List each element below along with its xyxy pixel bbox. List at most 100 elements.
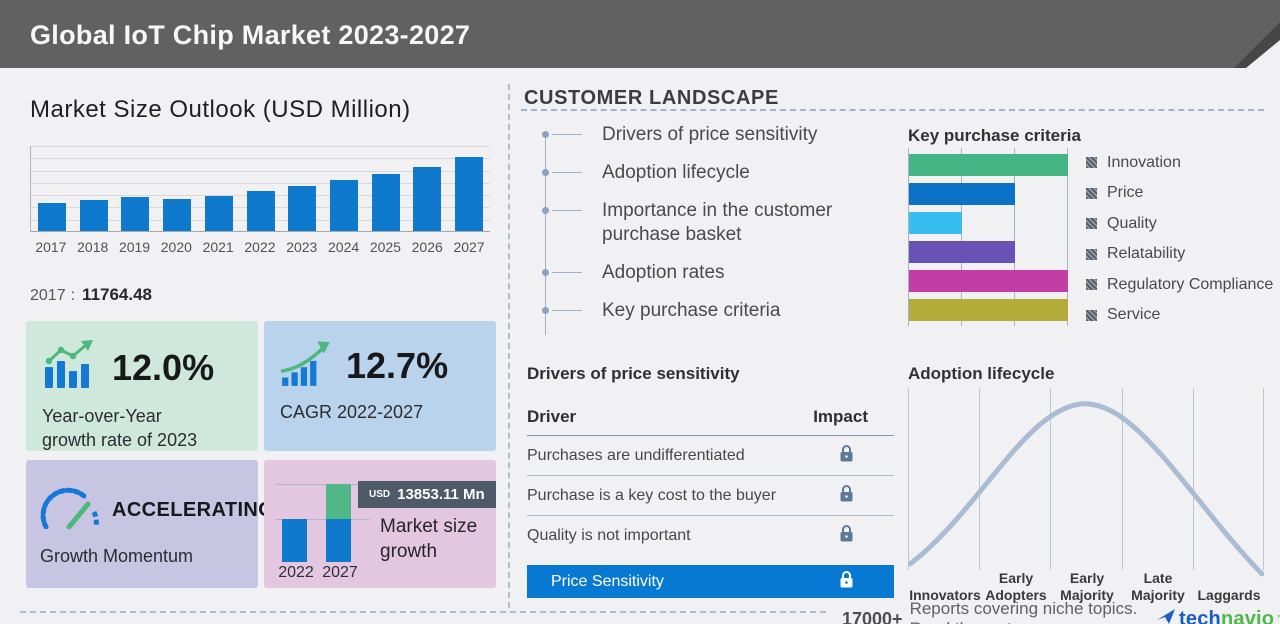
kpc-legend: Innovation Price Quality Relatability Re… [1086,152,1273,336]
footer-message: Reports covering niche topics. Read them… [909,599,1138,624]
bell-curve [908,401,1264,577]
momentum-label: Growth Momentum [40,546,194,566]
year-label: 2022 [244,239,276,255]
market-size-chart-labels: 2017 2018 2019 2020 2021 2022 2023 2024 2025 2026… [30,239,490,255]
growth-momentum-card: ACCELERATING Growth Momentum [26,460,274,588]
legend-label: Quality [1107,214,1157,232]
lifecycle-stage-labels: Innovators Early Adopters Early Majority… [908,564,1264,604]
legend-label: Price [1107,184,1144,202]
market-size-bar [455,157,484,231]
legend-swatch-icon [1086,157,1097,168]
lifecycle-chart: Innovators Early Adopters Early Majority… [908,388,1264,603]
brand-navio: navio [1220,607,1275,624]
market-size-bar [288,185,317,231]
lifecycle-title: Adoption lifecycle [908,364,1055,383]
list-item: Adoption rates [542,261,895,285]
kpc-chart [908,148,1068,326]
market-size-bar [330,180,358,231]
market-size-bar [371,174,400,231]
legend-swatch-icon [1086,279,1097,291]
adoption-lifecycle: Adoption lifecycle Innovators Early Adop… [908,364,1264,603]
list-item: Drivers of price sensitivity [542,123,895,147]
market-size-growth-card: 2022 2027 USD 13853.11 Mn Market size gr… [264,460,496,588]
drivers-title: Drivers of price sensitivity [527,364,740,383]
momentum-value: ACCELERATING [112,499,275,521]
title-bar: Global IoT Chip Market 2023-2027 [0,0,1280,68]
list-item: Importance in the customer purchase bask… [542,199,845,247]
report-count: 17000+ [842,608,903,624]
kpc-bar [909,183,1015,205]
market-size-bar [121,197,150,231]
footer: 17000+ Reports covering niche topics. Re… [842,599,1280,624]
legend-label: Regulatory Compliance [1107,275,1274,293]
driver-label: Purchase is a key cost to the buyer [527,486,777,504]
kpc-bar [909,299,1068,321]
growth-curve-icon [279,340,333,391]
kpc-bar [909,270,1068,292]
market-size-bar [246,190,275,231]
cagr-label: CAGR 2022-2027 [280,402,424,422]
legend-item: Price [1086,183,1273,204]
market-size-bar [163,199,192,231]
yoy-growth-card: 12.0% Year-over-Year growth rate of 2023 [26,321,258,451]
lock-icon [839,570,854,594]
legend-item: Regulatory Compliance [1086,274,1273,295]
technavio-arrow-icon [1156,608,1176,624]
column-separator [508,84,510,608]
legend-label: Service [1107,306,1161,324]
market-size-bar [413,166,442,231]
table-row: Purchases are undifferentiated [527,436,894,476]
customer-landscape-title: CUSTOMER LANDSCAPE [524,87,779,109]
highlight-label: Price Sensitivity [551,572,664,590]
growth-bar-2027 [326,484,351,562]
year-label: 2024 [328,239,360,255]
growth-bar-2022 [282,519,307,562]
callout-year: 2017 [30,287,66,304]
lock-icon [839,484,854,508]
usd-value-badge: USD 13853.11 Mn [358,481,496,508]
legend-swatch-icon [1086,187,1097,199]
market-outlook-title: Market Size Outlook (USD Million) [30,96,411,123]
technavio-logo[interactable]: tech navio’ [1156,608,1280,624]
legend-item: Quality [1086,213,1273,234]
year-label: 2025 [369,239,401,255]
badge-value: 13853.11 Mn [397,486,485,503]
list-item: Adoption lifecycle [542,161,895,185]
col-impact: Impact [813,407,868,426]
cagr-value: 12.7% [346,344,449,386]
yoy-value: 12.0% [112,346,215,388]
year-label: 2017 [35,239,67,255]
legend-label: Relatability [1107,245,1186,263]
price-sensitivity-highlight-row: Price Sensitivity [527,565,894,598]
cagr-card: 12.7% CAGR 2022-2027 [264,321,496,451]
driver-label: Quality is not important [527,527,691,544]
list-item: Key purchase criteria [542,299,895,323]
growth-year-right: 2027 [322,564,358,581]
price-sensitivity-table: Drivers of price sensitivity Driver Impa… [527,364,894,598]
kpc-title: Key purchase criteria [908,126,1081,145]
legend-label: Innovation [1107,153,1181,171]
customer-landscape-list: Drivers of price sensitivity Adoption li… [542,123,895,337]
brand-tech: tech [1179,607,1221,624]
market-size-plot [30,146,490,232]
market-size-bar [79,200,108,231]
table-row: Purchase is a key cost to the buyer [527,476,894,516]
footer-dashed-line [20,611,826,613]
year-label: 2019 [118,239,151,255]
lock-icon [839,444,854,468]
year-label: 2021 [202,239,234,255]
year-label: 2026 [411,239,443,255]
driver-label: Purchases are undifferentiated [527,446,745,464]
callout-value: 11764.48 [82,285,153,304]
col-driver: Driver [527,407,577,426]
market-size-bar [37,202,66,231]
page-title: Global IoT Chip Market 2023-2027 [30,20,471,50]
growth-year-left: 2022 [278,564,314,581]
legend-item: Service [1086,305,1273,326]
speedometer-icon [39,487,101,534]
market-size-bar [204,195,233,231]
growth-label: Market size growth [380,516,478,562]
legend-swatch-icon [1086,309,1097,321]
page-curl-icon [1246,40,1280,68]
yoy-label: Year-over-Year growth rate of 2023 [42,406,198,450]
